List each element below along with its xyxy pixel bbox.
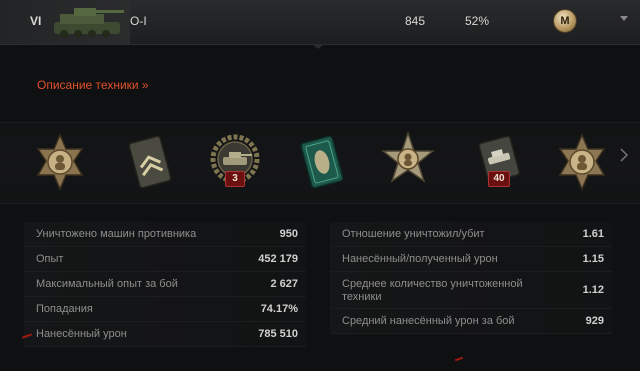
- vehicle-description-link[interactable]: Описание техники »: [37, 78, 149, 92]
- stat-label: Максимальный опыт за бой: [36, 278, 178, 290]
- stat-row: Нанесённый/полученный урон 1.15: [330, 247, 612, 272]
- chevron-badge-icon[interactable]: [120, 129, 180, 195]
- medal-count-badge: 40: [488, 171, 510, 187]
- stat-value: 1.15: [582, 253, 604, 265]
- stat-row: Уничтожено машин противника 950: [24, 222, 306, 247]
- stat-label: Уничтожено машин противника: [36, 228, 197, 240]
- stat-value: 950: [279, 228, 298, 240]
- collapse-arrow-icon[interactable]: [620, 16, 628, 21]
- stat-row: Попадания 74.17%: [24, 297, 306, 322]
- pointer-arrow-icon: [312, 44, 324, 49]
- shell-badge-icon[interactable]: [292, 129, 352, 195]
- stat-label: Нанесённый/полученный урон: [342, 253, 498, 265]
- stat-row: Среднее количество уничтоженной техники …: [330, 272, 612, 309]
- tank-icon: [54, 8, 124, 38]
- stat-label: Средний нанесённый урон за бой: [342, 315, 515, 327]
- spark-decoration: [454, 356, 464, 362]
- mastery-badge-icon: M: [553, 9, 577, 33]
- stat-value: 74.17%: [260, 303, 298, 315]
- stat-label: Отношение уничтожил/убит: [342, 228, 485, 240]
- stat-label: Опыт: [36, 253, 64, 265]
- stat-value: 1.61: [582, 228, 604, 240]
- stat-value: 2 627: [270, 278, 298, 290]
- cross-medal-icon[interactable]: [552, 129, 612, 195]
- star-medal-icon[interactable]: [378, 129, 438, 195]
- stat-value: 785 510: [258, 328, 298, 340]
- vehicle-header[interactable]: VI O-I 845 52% M: [0, 0, 640, 45]
- stats-right-list: Отношение уничтожил/убит 1.61 Нанесённый…: [330, 222, 612, 334]
- stat-label: Среднее количество уничтоженной техники: [342, 278, 523, 303]
- vehicle-name: O-I: [130, 14, 147, 28]
- cross-medal-icon[interactable]: [30, 129, 90, 195]
- stat-label: Нанесённый урон: [36, 328, 127, 340]
- medal-count-badge: 3: [225, 171, 245, 187]
- stat-label: Попадания: [36, 303, 93, 315]
- medals-row: 3 40: [0, 122, 640, 204]
- stat-value: 452 179: [258, 253, 298, 265]
- stat-row: Отношение уничтожил/убит 1.61: [330, 222, 612, 247]
- vehicle-tier: VI: [30, 14, 42, 28]
- stat-row: Опыт 452 179: [24, 247, 306, 272]
- stat-value: 929: [585, 315, 604, 327]
- stat-row: Максимальный опыт за бой 2 627: [24, 272, 306, 297]
- battles-count: 845: [405, 14, 426, 28]
- win-rate: 52%: [465, 14, 490, 28]
- stats-left-list: Уничтожено машин противника 950 Опыт 452…: [24, 222, 306, 347]
- tank-badge-icon[interactable]: 40: [470, 129, 530, 195]
- stat-row: Нанесённый урон 785 510: [24, 322, 306, 347]
- stat-row: Средний нанесённый урон за бой 929: [330, 309, 612, 334]
- tank-wreath-icon[interactable]: 3: [205, 129, 265, 195]
- scroll-right-arrow-icon[interactable]: [620, 148, 628, 162]
- stat-value: 1.12: [582, 284, 604, 296]
